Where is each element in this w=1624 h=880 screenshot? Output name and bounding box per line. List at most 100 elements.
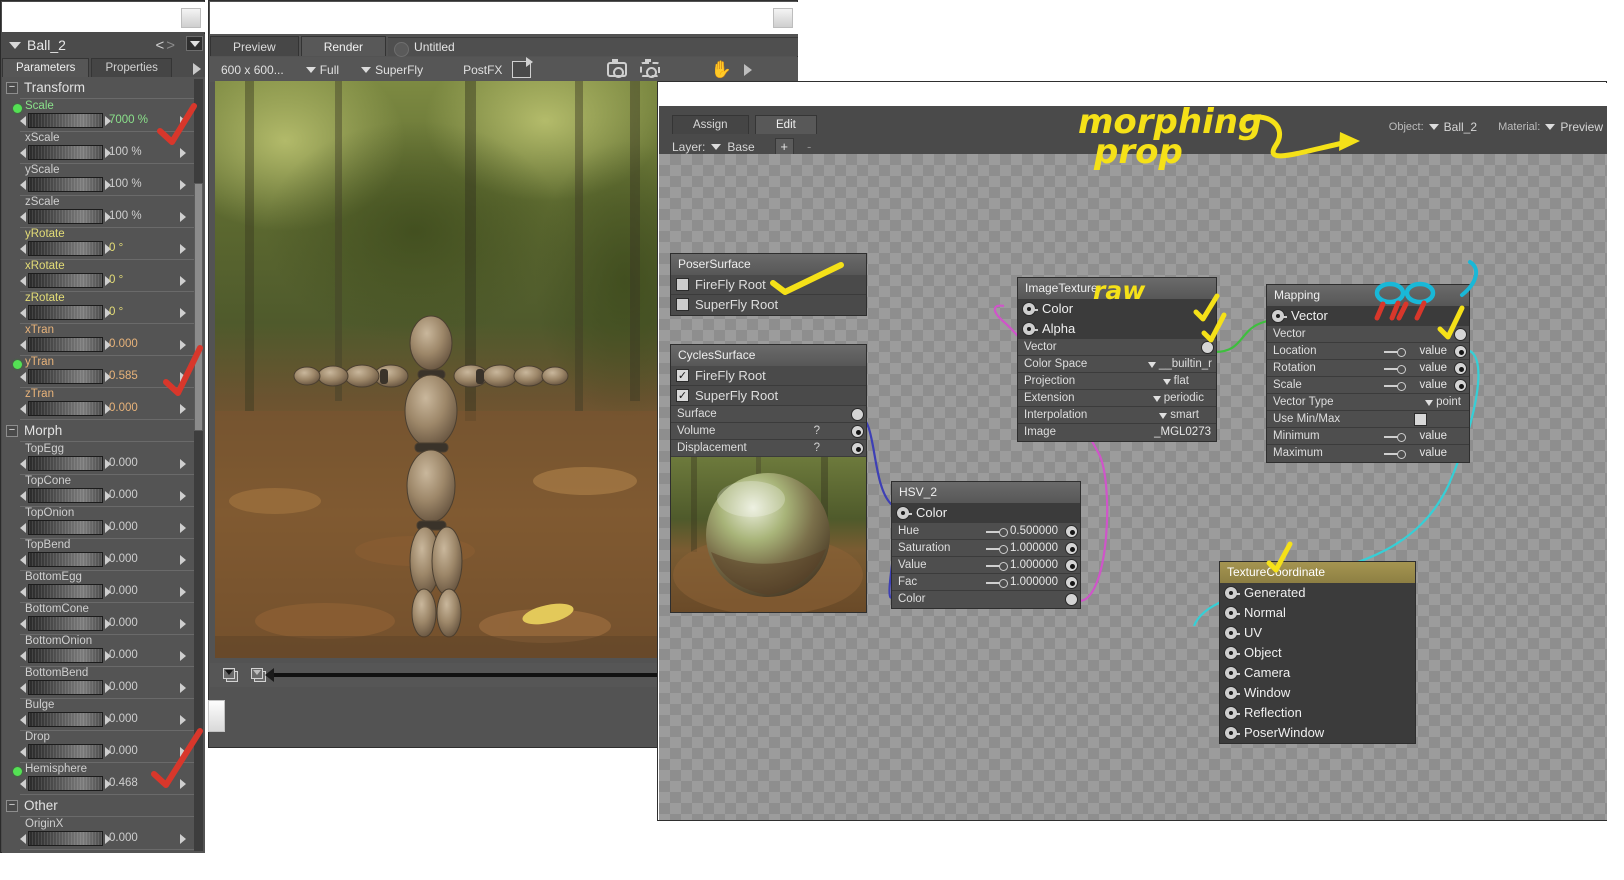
param-slider-control[interactable]	[20, 145, 111, 160]
param-expand-arrow-icon[interactable]	[180, 180, 186, 190]
param-row-drop[interactable]: Drop0.000	[2, 731, 205, 762]
input-socket[interactable]	[851, 425, 864, 438]
material-value[interactable]: Preview	[1560, 120, 1603, 134]
parameters-list[interactable]: −TransformScale7000 %xScale100 %yScale10…	[2, 77, 205, 853]
param-slider[interactable]	[28, 744, 103, 759]
row-vector[interactable]: Vector	[1018, 339, 1216, 356]
param-group-transform[interactable]: −Transform	[2, 77, 205, 96]
output-camera[interactable]: Camera	[1220, 663, 1415, 683]
row-hue[interactable]: Hue 0.500000	[892, 523, 1080, 540]
row-superfly-root[interactable]: SuperFly Root	[671, 295, 866, 315]
node-title[interactable]: ImageTexture	[1018, 278, 1216, 299]
param-slider[interactable]	[28, 488, 103, 503]
collapse-toggle-icon[interactable]: −	[6, 800, 18, 812]
output-vector[interactable]: Vector	[1267, 306, 1469, 326]
param-slider-control[interactable]	[20, 584, 111, 599]
param-value[interactable]: 100 %	[109, 210, 142, 222]
node-image-texture[interactable]: ImageTexture Color Alpha Vector Color Sp…	[1017, 277, 1217, 442]
param-value[interactable]: 0.000	[109, 649, 138, 661]
param-slider[interactable]	[28, 113, 103, 128]
param-row-yscale[interactable]: yScale100 %	[2, 164, 205, 195]
param-expand-arrow-icon[interactable]	[180, 148, 186, 158]
decrement-arrow-icon[interactable]	[20, 683, 26, 693]
row-projection[interactable]: Projection flat	[1018, 373, 1216, 390]
row-value-dropdown[interactable]: periodic	[1153, 390, 1204, 407]
param-expand-arrow-icon[interactable]	[180, 619, 186, 629]
param-expand-arrow-icon[interactable]	[180, 491, 186, 501]
param-expand-arrow-icon[interactable]	[180, 372, 186, 382]
param-value[interactable]: 0.000	[109, 832, 138, 844]
output-generated[interactable]: Generated	[1220, 583, 1415, 603]
document-tab[interactable]: Untitled	[388, 37, 798, 56]
decrement-arrow-icon[interactable]	[20, 834, 26, 844]
slider-icon[interactable]	[1384, 433, 1406, 441]
param-expand-arrow-icon[interactable]	[180, 651, 186, 661]
param-slider[interactable]	[28, 552, 103, 567]
param-slider[interactable]	[28, 456, 103, 471]
param-expand-arrow-icon[interactable]	[180, 747, 186, 757]
decrement-arrow-icon[interactable]	[20, 715, 26, 725]
param-slider-control[interactable]	[20, 305, 111, 320]
slider-icon[interactable]	[1384, 450, 1406, 458]
param-slider[interactable]	[28, 616, 103, 631]
param-value[interactable]: 0.468	[109, 777, 138, 789]
param-group-morph[interactable]: −Morph	[2, 420, 205, 439]
row-value-dropdown[interactable]: smart	[1159, 407, 1199, 424]
render-secondary-tab[interactable]	[208, 700, 225, 732]
output-socket[interactable]	[896, 506, 910, 520]
param-value[interactable]: 0.000	[109, 681, 138, 693]
camera-region-icon[interactable]	[640, 62, 660, 77]
param-row-yrotate[interactable]: yRotate0 °	[2, 228, 205, 259]
chevron-down-icon[interactable]	[306, 67, 316, 73]
row-value-dropdown[interactable]: flat	[1163, 373, 1189, 390]
parameters-window-button[interactable]	[181, 8, 201, 28]
row-firefly-root[interactable]: ✓ FireFly Root	[671, 366, 866, 386]
param-value[interactable]: 100 %	[109, 146, 142, 158]
collapse-toggle-icon[interactable]: −	[6, 425, 18, 437]
decrement-arrow-icon[interactable]	[20, 276, 26, 286]
layer-value[interactable]: Base	[727, 140, 754, 154]
param-expand-arrow-icon[interactable]	[180, 276, 186, 286]
param-value[interactable]: 0.000	[109, 457, 138, 469]
render-slider-knob[interactable]	[265, 668, 274, 682]
render-quality-label[interactable]: Full	[320, 63, 339, 77]
param-slider-control[interactable]	[20, 831, 111, 846]
decrement-arrow-icon[interactable]	[20, 491, 26, 501]
output-socket[interactable]	[1224, 666, 1238, 680]
output-object[interactable]: Object	[1220, 643, 1415, 663]
input-socket[interactable]	[1454, 379, 1467, 392]
row-displacement[interactable]: Displacement ?	[671, 440, 866, 457]
param-slider[interactable]	[28, 273, 103, 288]
param-slider-control[interactable]	[20, 680, 111, 695]
param-expand-arrow-icon[interactable]	[180, 555, 186, 565]
param-value[interactable]: 0.000	[109, 553, 138, 565]
chevron-down-icon[interactable]	[9, 42, 21, 49]
input-socket[interactable]	[1065, 542, 1078, 555]
param-slider[interactable]	[28, 712, 103, 727]
param-slider[interactable]	[28, 776, 103, 791]
decrement-arrow-icon[interactable]	[20, 244, 26, 254]
param-value[interactable]: 0.000	[109, 745, 138, 757]
layers-icon[interactable]	[223, 668, 239, 682]
param-slider[interactable]	[28, 241, 103, 256]
render-window-button[interactable]	[773, 8, 793, 28]
param-slider-control[interactable]	[20, 488, 111, 503]
param-row-hemisphere[interactable]: Hemisphere0.468	[2, 763, 205, 794]
param-slider[interactable]	[28, 209, 103, 224]
collapse-toggle-icon[interactable]: −	[6, 82, 18, 94]
parameters-scrollbar[interactable]	[194, 79, 203, 851]
param-expand-arrow-icon[interactable]	[180, 212, 186, 222]
param-slider-control[interactable]	[20, 648, 111, 663]
decrement-arrow-icon[interactable]	[20, 180, 26, 190]
row-rotation[interactable]: Rotation value	[1267, 360, 1469, 377]
output-socket[interactable]	[1224, 686, 1238, 700]
decrement-arrow-icon[interactable]	[20, 308, 26, 318]
checkbox-unchecked-icon[interactable]	[676, 278, 689, 291]
row-color[interactable]: Color	[892, 591, 1080, 608]
chevron-down-icon[interactable]	[711, 144, 721, 150]
param-slider[interactable]	[28, 177, 103, 192]
node-title[interactable]: HSV_2	[892, 482, 1080, 503]
param-slider[interactable]	[28, 680, 103, 695]
slider-icon[interactable]	[1384, 348, 1406, 356]
share-icon[interactable]	[512, 61, 531, 78]
